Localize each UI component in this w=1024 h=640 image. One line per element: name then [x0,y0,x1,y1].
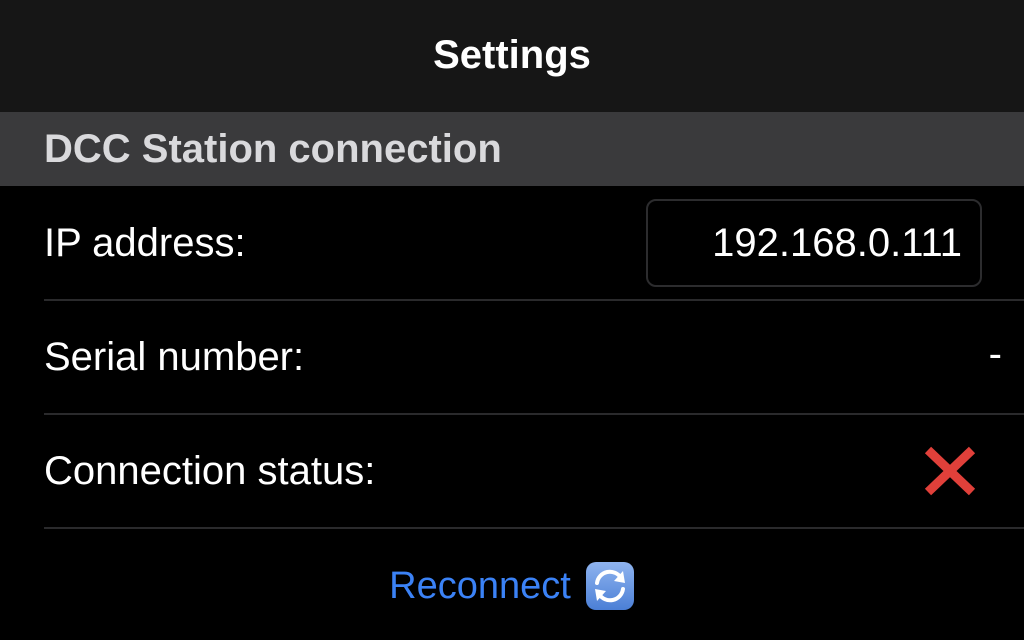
section-header: DCC Station connection [0,112,1024,186]
settings-screen: Settings DCC Station connection IP addre… [0,0,1024,640]
reconnect-label: Reconnect [389,564,571,607]
cross-mark-icon [924,446,976,496]
serial-number-value: - [988,332,1002,376]
page-title: Settings [433,32,591,77]
serial-number-label: Serial number: [44,334,305,379]
section-title: DCC Station connection [44,126,502,171]
connection-status-label: Connection status: [44,448,376,493]
reconnect-button[interactable]: Reconnect [0,548,1024,624]
refresh-icon [585,562,634,610]
ip-address-label: IP address: [44,220,246,265]
ip-address-field[interactable] [646,199,982,287]
row-separator [44,527,1024,529]
connection-status-row: Connection status: [0,414,1024,528]
serial-number-row: Serial number: [0,300,1024,414]
navigation-bar: Settings [0,0,1024,112]
